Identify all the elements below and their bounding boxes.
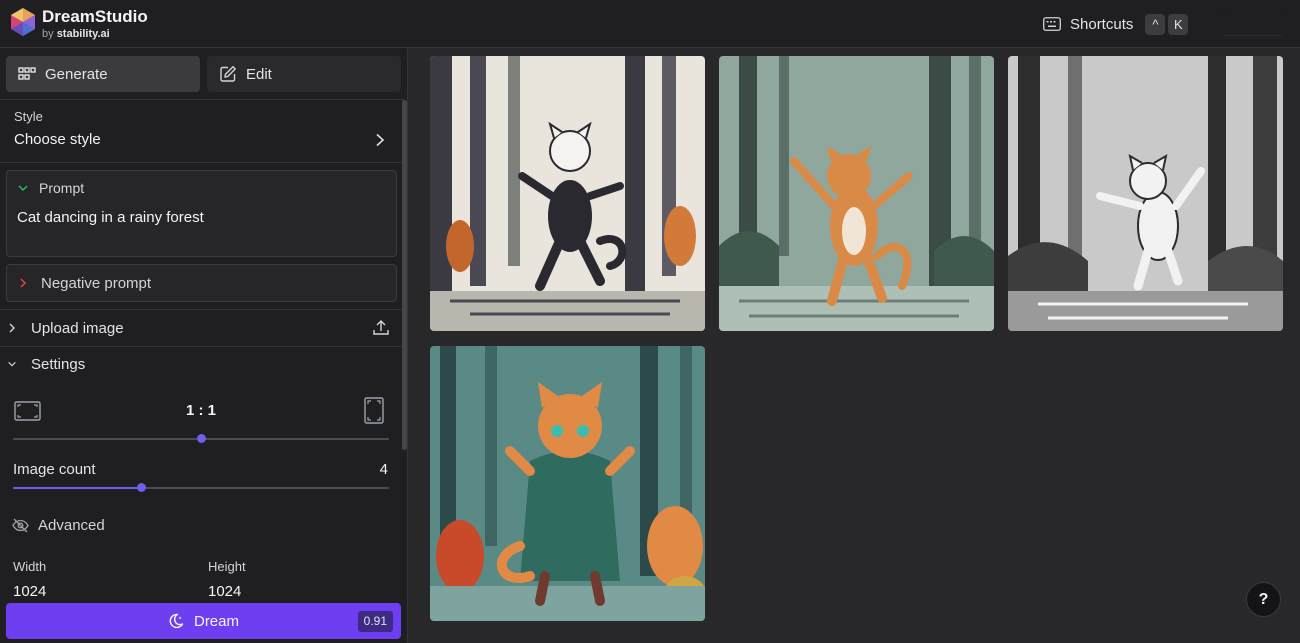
- grid-icon: [18, 67, 36, 80]
- image-count-slider-thumb[interactable]: [136, 483, 146, 492]
- generated-image-1[interactable]: [430, 56, 705, 331]
- keyboard-icon: [1043, 17, 1061, 31]
- negative-prompt-toggle[interactable]: Negative prompt: [6, 264, 397, 302]
- shortcuts-button[interactable]: Shortcuts ^ K: [1043, 12, 1191, 36]
- style-select[interactable]: Choose style: [14, 131, 101, 148]
- aspect-ratio-value: 1 : 1: [185, 402, 216, 419]
- generated-image-2[interactable]: [719, 56, 994, 331]
- image-count-value: 4: [379, 461, 388, 478]
- settings-toggle[interactable]: Settings: [0, 346, 404, 382]
- width-input[interactable]: 1024: [13, 583, 46, 600]
- divider: [0, 162, 404, 163]
- divider: [0, 99, 404, 100]
- sidebar: Generate Edit Style Choose style Prompt …: [0, 48, 408, 643]
- chevron-right-icon: [9, 323, 15, 333]
- upload-image-label: Upload image: [31, 319, 124, 337]
- chevron-down-icon: [18, 185, 28, 191]
- advanced-toggle[interactable]: Advanced: [12, 517, 105, 534]
- eye-off-icon: [12, 518, 29, 533]
- brand-company: stability.ai: [56, 28, 110, 40]
- shortcut-key-ctrl: ^: [1145, 13, 1166, 35]
- dreamstudio-logo: [11, 8, 35, 36]
- moon-icon: [169, 613, 184, 629]
- generated-image-white-cat: [1008, 56, 1283, 331]
- image-count-label: Image count: [13, 461, 96, 478]
- sidebar-scrollbar[interactable]: [402, 100, 407, 450]
- width-label: Width: [13, 559, 47, 574]
- tab-edit-label: Edit: [246, 65, 272, 83]
- edit-icon: [220, 66, 236, 82]
- chevron-right-icon[interactable]: [374, 133, 386, 147]
- brand-by: by: [42, 28, 54, 40]
- aspect-ratio-slider-thumb[interactable]: [197, 434, 206, 443]
- brand-name: DreamStudio: [42, 7, 148, 26]
- generated-image-orange-cat: [719, 56, 994, 331]
- settings-label: Settings: [31, 355, 86, 373]
- generated-image-black-white-cat: [430, 56, 705, 331]
- dream-button-label: Dream: [193, 612, 239, 630]
- negative-prompt-label: Negative prompt: [41, 274, 152, 292]
- generated-image-3[interactable]: [1008, 56, 1283, 331]
- tab-edit[interactable]: Edit: [207, 56, 401, 92]
- chevron-right-icon: [20, 278, 26, 288]
- advanced-label: Advanced: [38, 517, 105, 534]
- image-count-slider-fill: [13, 487, 141, 489]
- height-input[interactable]: 1024: [208, 583, 241, 600]
- account-placeholder[interactable]: [1222, 12, 1284, 36]
- upload-icon[interactable]: [372, 319, 390, 337]
- aspect-ratio-slider[interactable]: [13, 434, 389, 443]
- image-count-slider[interactable]: [13, 483, 389, 492]
- credit-cost-badge: 0.91: [357, 611, 393, 632]
- shortcuts-label: Shortcuts: [1070, 15, 1134, 33]
- upload-image-row[interactable]: Upload image: [0, 310, 404, 346]
- height-label: Height: [208, 559, 246, 574]
- tab-generate-label: Generate: [45, 65, 108, 83]
- brand-subtitle: by stability.ai: [42, 28, 110, 40]
- style-label: Style: [14, 109, 43, 124]
- prompt-label: Prompt: [39, 180, 85, 196]
- generated-image-cat-in-coat: [430, 346, 705, 621]
- generated-image-4[interactable]: [430, 346, 705, 621]
- prompt-input[interactable]: Cat dancing in a rainy forest: [17, 209, 204, 226]
- chevron-down-icon: [8, 361, 16, 367]
- prompt-panel: Prompt Cat dancing in a rainy forest: [6, 170, 397, 257]
- aspect-portrait-icon[interactable]: [364, 397, 384, 424]
- top-bar: DreamStudio by stability.ai Shortcuts ^ …: [0, 0, 1300, 48]
- shortcut-key-k: K: [1168, 13, 1189, 35]
- tab-generate[interactable]: Generate: [6, 56, 200, 92]
- prompt-toggle[interactable]: Prompt: [17, 180, 84, 196]
- dream-button[interactable]: Dream 0.91: [6, 603, 401, 639]
- help-button[interactable]: ?: [1246, 582, 1281, 617]
